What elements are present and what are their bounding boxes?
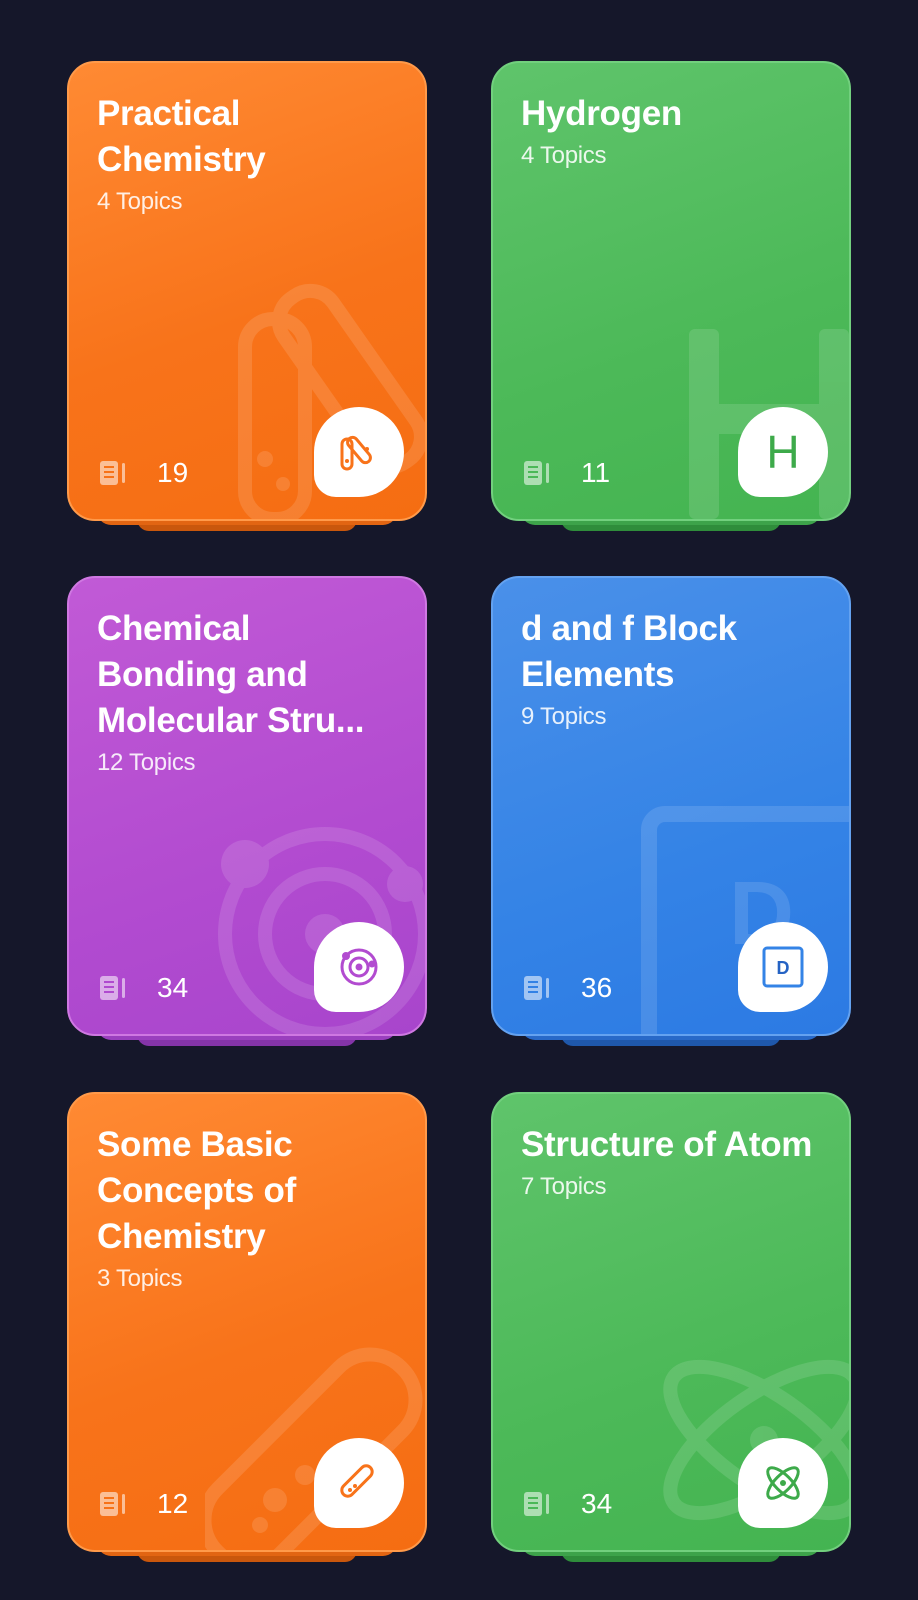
chapter-icon-badge	[314, 407, 404, 497]
card-title: d and f Block Elements 9 Topics	[521, 606, 821, 732]
questions-row: 19	[99, 458, 188, 488]
chapter-card-practical-chemistry[interactable]: Practical Chemistry 4 Topics 19	[67, 61, 427, 539]
chapter-icon-badge: H	[738, 407, 828, 497]
chapter-title: Chemical Bonding and Molecular Stru...	[97, 609, 365, 740]
document-list-icon	[524, 1492, 549, 1516]
chapter-icon-badge: D	[738, 922, 828, 1012]
topics-count: 7 Topics	[521, 1173, 607, 1200]
element-block-letter: D	[777, 958, 790, 978]
document-list-icon	[100, 976, 125, 1000]
test-tubes-icon	[340, 435, 372, 471]
chapter-title: Structure of Atom	[521, 1125, 813, 1164]
element-block-icon: D	[762, 946, 804, 988]
document-list-icon	[524, 976, 549, 1000]
chapter-card-d-and-f-block[interactable]: D d and f Block Elements 9 Topics 36 D	[491, 576, 851, 1054]
topics-count: 4 Topics	[97, 188, 183, 215]
chapter-title: d and f Block Elements	[521, 609, 737, 694]
questions-row: 34	[523, 1489, 612, 1519]
chapter-title: Hydrogen	[521, 94, 682, 133]
document-list-icon	[524, 461, 549, 485]
chapter-card[interactable]: Chemical Bonding and Molecular Stru... 1…	[67, 576, 427, 1036]
question-count: 11	[581, 457, 611, 488]
chapter-icon-badge	[314, 1438, 404, 1528]
card-title: Chemical Bonding and Molecular Stru... 1…	[97, 606, 397, 778]
chapter-card[interactable]: Practical Chemistry 4 Topics 19	[67, 61, 427, 521]
hydrogen-letter-icon: H	[766, 426, 800, 478]
questions-row: 34	[99, 973, 188, 1003]
document-list-icon	[100, 1492, 125, 1516]
card-title: Hydrogen 4 Topics	[521, 91, 821, 171]
topics-count: 4 Topics	[521, 142, 607, 169]
topics-count: 9 Topics	[521, 703, 607, 730]
chapter-grid: Practical Chemistry 4 Topics 19 Hydrogen…	[0, 0, 918, 1600]
chapter-card-chemical-bonding[interactable]: Chemical Bonding and Molecular Stru... 1…	[67, 576, 427, 1054]
card-title: Some Basic Concepts of Chemistry 3 Topic…	[97, 1122, 397, 1294]
topics-count: 12 Topics	[97, 749, 196, 776]
chapter-title: Practical Chemistry	[97, 94, 266, 179]
question-count: 34	[581, 1488, 613, 1519]
question-count: 34	[157, 972, 189, 1003]
chapter-card-structure-of-atom[interactable]: Structure of Atom 7 Topics 34	[491, 1092, 851, 1570]
questions-row: 11	[523, 458, 610, 488]
questions-row: 12	[99, 1489, 188, 1519]
chapter-title: Some Basic Concepts of Chemistry	[97, 1125, 296, 1256]
chapter-card-basic-concepts[interactable]: Some Basic Concepts of Chemistry 3 Topic…	[67, 1092, 427, 1570]
chapter-card[interactable]: Some Basic Concepts of Chemistry 3 Topic…	[67, 1092, 427, 1552]
chapter-icon-badge	[738, 1438, 828, 1528]
chapter-card[interactable]: D d and f Block Elements 9 Topics 36 D	[491, 576, 851, 1036]
question-count: 12	[157, 1488, 189, 1519]
questions-row: 36	[523, 973, 612, 1003]
chapter-card[interactable]: Structure of Atom 7 Topics 34	[491, 1092, 851, 1552]
orbit-icon	[340, 948, 378, 986]
document-list-icon	[100, 461, 125, 485]
chapter-icon-badge	[314, 922, 404, 1012]
question-count: 19	[157, 457, 189, 488]
chapter-card-hydrogen[interactable]: Hydrogen 4 Topics 11 H	[491, 61, 851, 539]
chapter-card[interactable]: Hydrogen 4 Topics 11 H	[491, 61, 851, 521]
card-title: Structure of Atom 7 Topics	[521, 1122, 821, 1202]
card-title: Practical Chemistry 4 Topics	[97, 91, 397, 217]
atom-icon	[766, 1466, 800, 1500]
question-count: 36	[581, 972, 613, 1003]
test-tube-icon	[340, 1464, 374, 1498]
topics-count: 3 Topics	[97, 1265, 183, 1292]
